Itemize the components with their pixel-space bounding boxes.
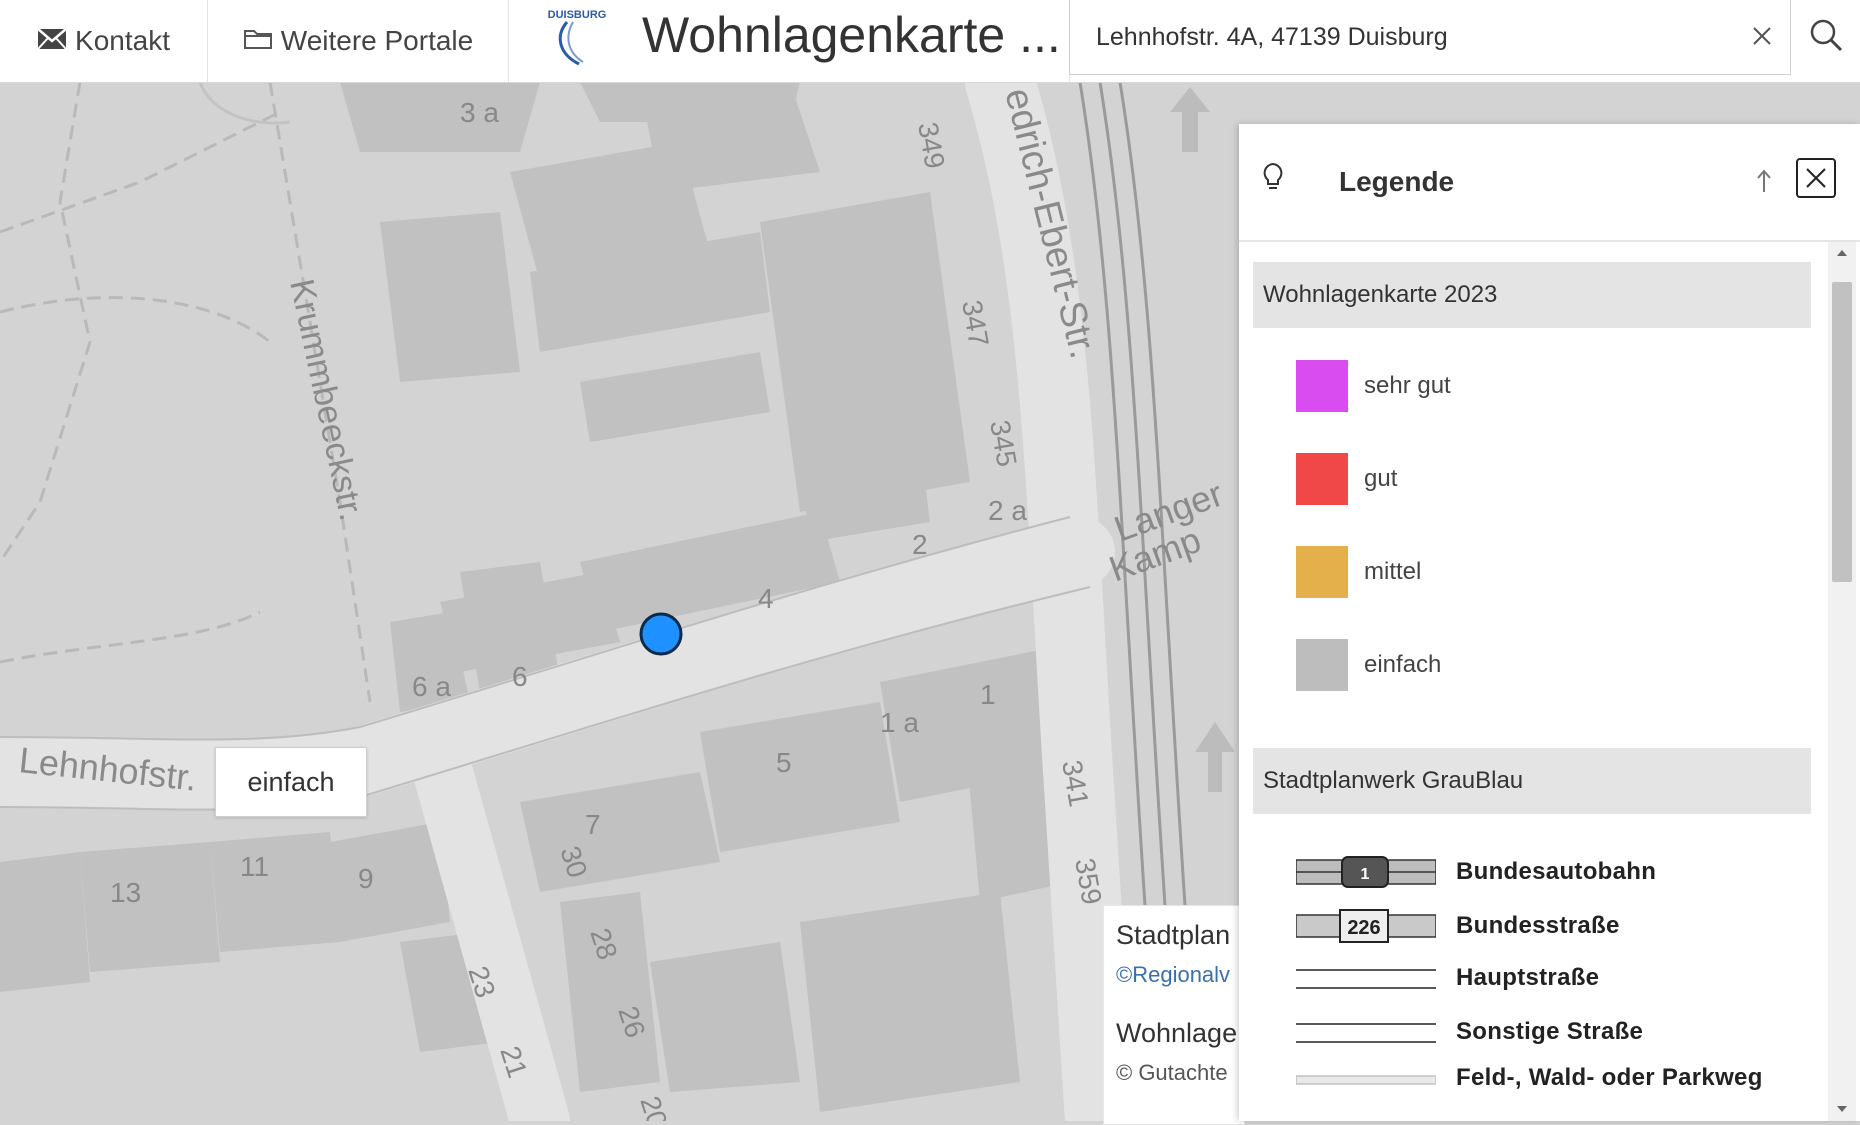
legend-road-label: Hauptstraße [1456,964,1600,991]
legend-section-wohnlagen: Wohnlagenkarte 2023 [1253,262,1811,328]
map-tooltip: einfach [215,747,367,817]
map-attribution: Stadtplan ©Regionalv Wohnlage © Gutachte [1103,905,1245,1125]
logo-text: DUISBURG [548,9,607,21]
house-number: 9 [358,863,374,894]
close-legend-button[interactable] [1796,158,1836,198]
legend-swatch-einfach [1296,639,1348,691]
search-button[interactable] [1790,0,1860,74]
motorway-shield-number: 1 [1361,866,1370,883]
house-number: 7 [585,809,601,840]
house-number: 13 [110,877,141,908]
attribution-link[interactable]: ©Regionalv [1116,962,1230,987]
scroll-up-icon [1837,250,1847,256]
address-search [1069,0,1791,75]
legend-panel: Legende Wohnlagenkarte 2023 sehr gut gut… [1239,124,1860,1121]
attribution-source: © Gutachte [1116,1060,1228,1085]
search-icon [1808,17,1844,58]
legend-label: sehr gut [1364,372,1451,399]
legend-swatch-sehr-gut [1296,360,1348,412]
duisburg-logo[interactable]: DUISBURG [537,2,617,68]
scroll-down-icon [1837,1106,1847,1112]
legend-header: Legende [1239,124,1860,242]
legend-label: einfach [1364,651,1442,678]
house-number: 6 a [412,671,451,702]
house-number: 3 a [460,97,499,128]
main-road-icon [1296,969,1436,989]
legend-body: Wohnlagenkarte 2023 sehr gut gut mittel … [1239,242,1860,1121]
legend-road-label: Bundesautobahn [1456,858,1657,885]
legend-swatch-mittel [1296,546,1348,598]
legend-section-stadtplan: Stadtplanwerk GrauBlau [1253,748,1811,814]
other-road-icon [1296,1023,1436,1043]
clear-icon[interactable] [1746,20,1778,52]
house-number: 6 [512,661,528,692]
folder-icon [243,25,273,57]
arrow-up-icon[interactable] [1754,168,1774,199]
attribution-source[interactable]: ©Regionalv [1116,962,1230,988]
legend-road-label: Sonstige Straße [1456,1018,1644,1045]
house-number: 4 [758,583,774,614]
legend-scrollbar[interactable] [1828,242,1856,1121]
path-icon [1296,1075,1436,1085]
legend-scrollbar-thumb[interactable] [1832,282,1852,582]
contact-link[interactable]: Kontakt [0,0,208,82]
portals-link[interactable]: Weitere Portale [208,0,509,82]
attribution-title: Wohnlage [1116,1018,1238,1048]
legend-title: Legende [1339,166,1455,197]
legend-road-label: Bundesstraße [1456,912,1620,939]
motorway-icon: 1 [1296,856,1436,888]
location-marker[interactable] [639,612,683,656]
close-icon [1806,168,1826,188]
brand-area: DUISBURG Wohnlagenkarte ... [509,0,1070,82]
house-number: 1 [980,679,996,710]
lightbulb-icon [1261,162,1285,197]
contact-label: Kontakt [75,25,170,56]
envelope-icon [37,25,67,57]
legend-label: mittel [1364,558,1422,585]
legend-road-label: Feld-, Wald- oder Parkweg [1456,1064,1763,1091]
federal-road-shield-number: 226 [1347,917,1380,939]
federal-road-icon: 226 [1296,909,1436,943]
attribution-title: Stadtplan [1116,920,1231,950]
app-title: Wohnlagenkarte ... [642,7,1061,63]
house-number: 5 [776,747,792,778]
house-number: 2 a [988,495,1027,526]
portals-label: Weitere Portale [280,25,474,56]
house-number: 11 [240,851,269,882]
address-search-input[interactable] [1094,16,1698,58]
house-number: 1 a [880,707,919,738]
legend-swatch-gut [1296,453,1348,505]
top-bar: Kontakt Weitere Portale DUISBURG Wohnlag… [0,0,1860,83]
house-number: 2 [912,529,928,560]
legend-label: gut [1364,465,1398,492]
